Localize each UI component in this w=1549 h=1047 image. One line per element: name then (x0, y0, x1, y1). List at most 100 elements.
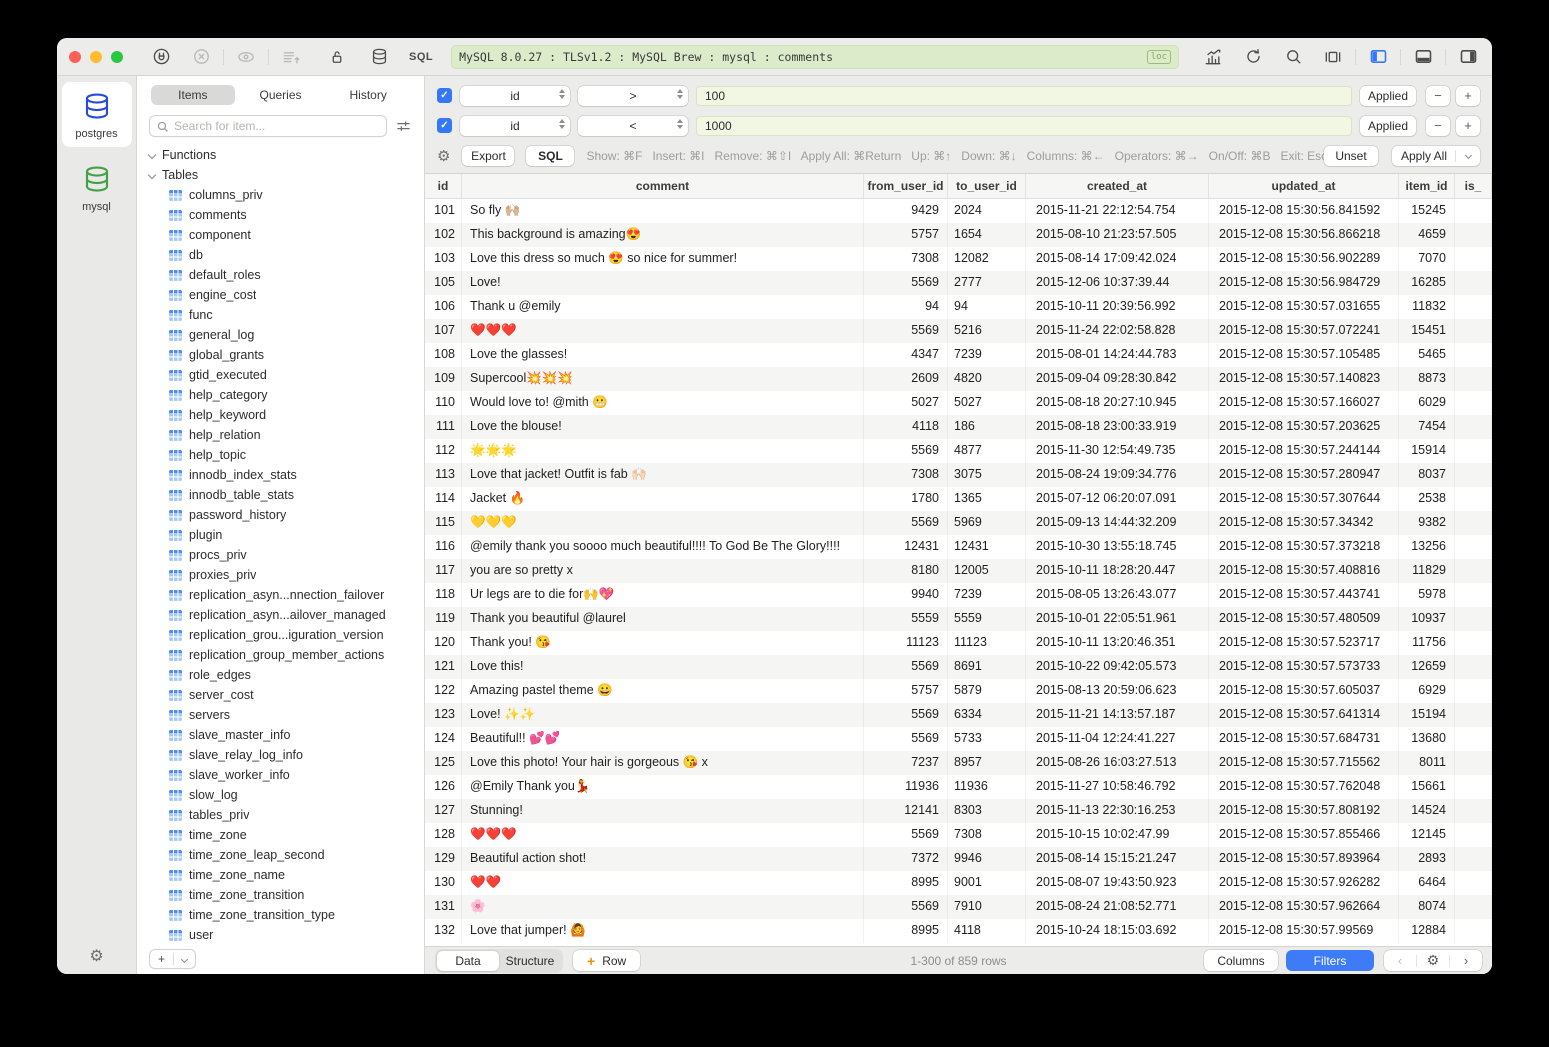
apply-all-button[interactable]: Apply All (1392, 146, 1480, 166)
cell-created_at[interactable]: 2015-08-24 19:09:34.776 (1026, 463, 1209, 487)
cell-to_user_id[interactable]: 1365 (948, 487, 1026, 511)
cell-updated_at[interactable]: 2015-12-08 15:30:57.408816 (1209, 559, 1399, 583)
cell-to_user_id[interactable]: 8957 (948, 751, 1026, 775)
cell-is_[interactable] (1455, 895, 1492, 919)
columns-button[interactable]: Columns (1204, 950, 1278, 971)
cell-updated_at[interactable]: 2015-12-08 15:30:57.808192 (1209, 799, 1399, 823)
cell-created_at[interactable]: 2015-08-26 16:03:27.513 (1026, 751, 1209, 775)
cell-item_id[interactable]: 6929 (1399, 679, 1455, 703)
cell-updated_at[interactable]: 2015-12-08 15:30:57.99569 (1209, 919, 1399, 943)
cell-id[interactable]: 116 (425, 535, 462, 559)
cell-to_user_id[interactable]: 5216 (948, 319, 1026, 343)
cell-id[interactable]: 117 (425, 559, 462, 583)
tree-item-table[interactable]: password_history (147, 505, 424, 525)
cell-from_user_id[interactable]: 5569 (864, 439, 948, 463)
cell-created_at[interactable]: 2015-10-24 18:15:03.692 (1026, 919, 1209, 943)
cell-to_user_id[interactable]: 5733 (948, 727, 1026, 751)
tab-queries[interactable]: Queries (239, 85, 323, 105)
cell-created_at[interactable]: 2015-08-14 17:09:42.024 (1026, 247, 1209, 271)
tree-item-table[interactable]: replication_grou...iguration_version (147, 625, 424, 645)
close-window-button[interactable] (69, 51, 81, 63)
cell-item_id[interactable]: 5465 (1399, 343, 1455, 367)
cell-comment[interactable]: 🌟🌟🌟 (462, 439, 864, 463)
tree-item-table[interactable]: default_roles (147, 265, 424, 285)
table-row[interactable]: 108Love the glasses!434772392015-08-01 1… (425, 343, 1492, 367)
cell-comment[interactable]: ❤️❤️ (462, 871, 864, 895)
cell-item_id[interactable]: 11756 (1399, 631, 1455, 655)
cell-comment[interactable]: 💛💛💛 (462, 511, 864, 535)
unset-button[interactable]: Unset (1324, 146, 1378, 166)
table-row[interactable]: 106Thank u @emily94942015-10-11 20:39:56… (425, 295, 1492, 319)
cell-item_id[interactable]: 16285 (1399, 271, 1455, 295)
tree-item-table[interactable]: tables_priv (147, 805, 424, 825)
cell-is_[interactable] (1455, 679, 1492, 703)
cell-is_[interactable] (1455, 343, 1492, 367)
cell-updated_at[interactable]: 2015-12-08 15:30:57.893964 (1209, 847, 1399, 871)
tree-item-table[interactable]: help_keyword (147, 405, 424, 425)
cell-from_user_id[interactable]: 9429 (864, 199, 948, 223)
cell-item_id[interactable]: 15451 (1399, 319, 1455, 343)
connection-postgres[interactable]: postgres (62, 82, 132, 147)
cell-item_id[interactable]: 2893 (1399, 847, 1455, 871)
cell-is_[interactable] (1455, 511, 1492, 535)
cell-to_user_id[interactable]: 7239 (948, 343, 1026, 367)
cell-comment[interactable]: Love that jumper! 🙆 (462, 919, 864, 943)
cell-is_[interactable] (1455, 271, 1492, 295)
filter-enabled-checkbox[interactable]: ✓ (437, 118, 452, 133)
cell-item_id[interactable]: 5978 (1399, 583, 1455, 607)
cell-comment[interactable]: Amazing pastel theme 😀 (462, 679, 864, 703)
cell-from_user_id[interactable]: 7308 (864, 463, 948, 487)
filter-column-select[interactable]: id (460, 116, 570, 136)
cell-from_user_id[interactable]: 5569 (864, 271, 948, 295)
cell-comment[interactable]: Stunning! (462, 799, 864, 823)
cell-from_user_id[interactable]: 5569 (864, 703, 948, 727)
cell-is_[interactable] (1455, 751, 1492, 775)
cell-is_[interactable] (1455, 247, 1492, 271)
cell-is_[interactable] (1455, 487, 1492, 511)
cell-id[interactable]: 118 (425, 583, 462, 607)
cell-comment[interactable]: Ur legs are to die for🙌💖 (462, 583, 864, 607)
column-header-comment[interactable]: comment (462, 174, 864, 198)
tree-item-table[interactable]: gtid_executed (147, 365, 424, 385)
tree-item-table[interactable]: slave_worker_info (147, 765, 424, 785)
cell-updated_at[interactable]: 2015-12-08 15:30:57.203625 (1209, 415, 1399, 439)
cell-item_id[interactable]: 12884 (1399, 919, 1455, 943)
cell-created_at[interactable]: 2015-08-18 23:00:33.919 (1026, 415, 1209, 439)
sql-button[interactable]: SQL (526, 146, 574, 166)
cell-id[interactable]: 113 (425, 463, 462, 487)
cell-item_id[interactable]: 10937 (1399, 607, 1455, 631)
tree-item-table[interactable]: func (147, 305, 424, 325)
tree-item-table[interactable]: help_topic (147, 445, 424, 465)
cell-to_user_id[interactable]: 11936 (948, 775, 1026, 799)
cell-created_at[interactable]: 2015-08-01 14:24:44.783 (1026, 343, 1209, 367)
table-row[interactable]: 127Stunning!1214183032015-11-13 22:30:16… (425, 799, 1492, 823)
tree-item-table[interactable]: proxies_priv (147, 565, 424, 585)
cell-updated_at[interactable]: 2015-12-08 15:30:57.480509 (1209, 607, 1399, 631)
cell-created_at[interactable]: 2015-08-24 21:08:52.771 (1026, 895, 1209, 919)
cell-id[interactable]: 115 (425, 511, 462, 535)
table-row[interactable]: 119Thank you beautiful @laurel5559555920… (425, 607, 1492, 631)
cell-is_[interactable] (1455, 631, 1492, 655)
commit-list-icon[interactable] (279, 45, 303, 69)
cell-item_id[interactable]: 7070 (1399, 247, 1455, 271)
tree-item-table[interactable]: time_zone_transition (147, 885, 424, 905)
tree-item-table[interactable]: engine_cost (147, 285, 424, 305)
lock-icon[interactable] (325, 45, 349, 69)
cell-is_[interactable] (1455, 319, 1492, 343)
export-button[interactable]: Export (462, 146, 514, 166)
table-row[interactable]: 122Amazing pastel theme 😀575758792015-08… (425, 679, 1492, 703)
cell-from_user_id[interactable]: 2609 (864, 367, 948, 391)
sql-editor-icon[interactable]: SQL (409, 51, 433, 63)
cell-comment[interactable]: @Emily Thank you💃 (462, 775, 864, 799)
cell-from_user_id[interactable]: 7372 (864, 847, 948, 871)
table-row[interactable]: 131🌸556979102015-08-24 21:08:52.7712015-… (425, 895, 1492, 919)
toggle-right-panel-icon[interactable] (1456, 45, 1480, 69)
disconnect-icon[interactable] (189, 45, 213, 69)
cell-from_user_id[interactable]: 9940 (864, 583, 948, 607)
table-row[interactable]: 115💛💛💛556959692015-09-13 14:44:32.209201… (425, 511, 1492, 535)
column-header-item_id[interactable]: item_id (1399, 174, 1455, 198)
cell-id[interactable]: 128 (425, 823, 462, 847)
cell-id[interactable]: 119 (425, 607, 462, 631)
tree-item-table[interactable]: slave_relay_log_info (147, 745, 424, 765)
cell-from_user_id[interactable]: 5559 (864, 607, 948, 631)
